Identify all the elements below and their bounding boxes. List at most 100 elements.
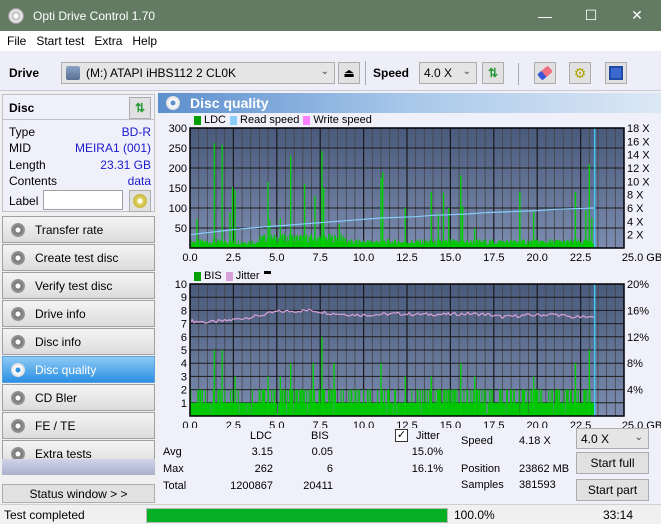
disc-icon <box>11 390 25 405</box>
nav-transfer-rate[interactable]: Transfer rate <box>2 216 155 243</box>
x-tick-label: 17.5 <box>483 252 504 264</box>
x-tick-label: 2.5 <box>226 420 241 428</box>
position-label: Position <box>461 463 501 475</box>
erase-button[interactable] <box>534 62 556 84</box>
nav-verify-test-disc[interactable]: Verify test disc <box>2 272 155 299</box>
y-tick-label: 100 <box>169 203 187 215</box>
save-button[interactable] <box>605 62 627 84</box>
y-tick-label: 4 <box>181 358 187 370</box>
x-tick-label: 10.0 <box>353 420 374 428</box>
stat-avg-label: Avg <box>163 446 182 458</box>
col-bis-header: BIS <box>311 430 329 442</box>
disc-icon <box>11 278 25 293</box>
nav-label: Drive info <box>35 306 86 321</box>
refresh-button[interactable]: ⇅ <box>482 62 504 84</box>
nav-disc-info[interactable]: Disc info <box>2 328 155 355</box>
x-tick-label: 0.0 <box>182 252 197 264</box>
stat-max-ldc: 262 <box>254 463 273 475</box>
y-tick-label: 8 <box>181 305 187 317</box>
y2-tick-label: 18 X <box>627 123 650 135</box>
label-input[interactable] <box>43 190 123 210</box>
progress-text: 100.0% <box>454 508 495 522</box>
progress-fill <box>147 509 447 522</box>
status-window-button[interactable]: Status window > > <box>2 484 155 503</box>
x-tick-label: 5.0 <box>269 420 284 428</box>
menu-start-test[interactable]: Start test <box>36 34 84 48</box>
stat-max-jitter: 16.1% <box>411 463 443 475</box>
x-tick-label: 20.0 <box>526 420 547 428</box>
nav-drive-info[interactable]: Drive info <box>2 300 155 327</box>
y2-tick-label: 12 X <box>627 163 650 175</box>
start-full-button[interactable]: Start full <box>576 452 649 474</box>
nav-cd-bler[interactable]: CD Bler <box>2 384 155 411</box>
x-tick-label: 15.0 <box>440 420 461 428</box>
disc-prop-length: Length 23.31 GB <box>9 158 151 172</box>
menu-help[interactable]: Help <box>132 34 157 48</box>
drive-value: (M:) ATAPI iHBS112 2 CL0K <box>86 66 237 80</box>
nav-label: Transfer rate <box>35 222 104 237</box>
x-tick-label: 25.0 GB <box>622 252 661 264</box>
disc-icon <box>133 194 147 208</box>
disc-quality-icon <box>166 96 180 110</box>
eject-button[interactable]: ⏏ <box>338 62 360 84</box>
drive-label: Drive <box>9 66 40 80</box>
y-tick-label: 200 <box>169 163 187 175</box>
nav-label: Create test disc <box>35 250 119 265</box>
test-speed-select[interactable]: 4.0 X ⌄ <box>576 428 649 449</box>
x-tick-label: 12.5 <box>396 420 417 428</box>
maximize-button[interactable]: ☐ <box>568 0 614 31</box>
y2-tick-label: 8 X <box>627 190 644 202</box>
stat-avg-jitter: 15.0% <box>411 446 443 458</box>
label-caption: Label <box>9 194 39 208</box>
menu-file[interactable]: File <box>7 34 26 48</box>
y2-tick-label: 8% <box>627 358 643 370</box>
menu-bar: File Start test Extra Help <box>0 31 661 51</box>
toolbar: Drive (M:) ATAPI iHBS112 2 CL0K ⌄ ⏏ Spee… <box>0 51 661 91</box>
close-button[interactable]: ✕ <box>614 0 660 31</box>
stat-max-label: Max <box>163 463 184 475</box>
speed-value: 4.0 X <box>424 66 453 80</box>
x-tick-label: 22.5 <box>570 252 591 264</box>
stat-total-bis: 20411 <box>303 480 333 492</box>
y-tick-label: 9 <box>181 292 187 304</box>
bis-chart: 1098 76543 21 20% 16% 12% 8% 4% 0.0 2.5 5.0 7.5 10.0… <box>175 279 661 428</box>
disc-refresh-button[interactable]: ⇅ <box>129 97 151 119</box>
y2-tick-label: 2 X <box>627 230 644 242</box>
stat-total-ldc: 1200867 <box>230 480 273 492</box>
refresh-icon: ⇅ <box>487 66 499 80</box>
nav-label: Disc info <box>35 334 82 349</box>
speed-select[interactable]: 4.0 X ⌄ <box>419 62 477 84</box>
settings-button[interactable]: ⚙ <box>569 62 591 84</box>
y2-tick-label: 4% <box>627 385 643 397</box>
jitter-checkbox[interactable]: ✓ <box>395 429 408 442</box>
start-part-button[interactable]: Start part <box>576 479 649 501</box>
chevron-down-icon: ⌄ <box>462 66 471 77</box>
save-icon <box>609 66 623 80</box>
disc-icon <box>11 362 25 377</box>
menu-extra[interactable]: Extra <box>94 34 122 48</box>
nav-create-test-disc[interactable]: Create test disc <box>2 244 155 271</box>
label-disc-button[interactable] <box>129 190 151 212</box>
chevron-down-icon: ⌄ <box>320 66 329 77</box>
x-tick-label: 25.0 GB <box>622 420 661 428</box>
speed-label: Speed <box>373 66 410 80</box>
refresh-icon: ⇅ <box>134 101 146 115</box>
legend-marker <box>263 270 271 274</box>
nav-fe-te[interactable]: FE / TE <box>2 412 155 439</box>
y-tick-label: 2 <box>181 385 187 397</box>
x-tick-label: 0.0 <box>182 420 197 428</box>
y2-tick-label: 20% <box>627 279 649 291</box>
disc-prop-mid: MID MEIRA1 (001) <box>9 141 151 155</box>
progress-bar <box>146 508 448 523</box>
nav-label: Disc quality <box>35 362 97 377</box>
stat-max-bis: 6 <box>326 463 333 475</box>
disc-icon <box>11 418 25 433</box>
minimize-button[interactable]: — <box>522 0 568 31</box>
panel-header: Disc quality <box>158 93 661 113</box>
nav-disc-quality[interactable]: Disc quality <box>2 356 155 383</box>
drive-select[interactable]: (M:) ATAPI iHBS112 2 CL0K ⌄ <box>61 62 335 84</box>
x-tick-label: 2.5 <box>226 252 241 264</box>
y2-tick-label: 16% <box>627 305 649 317</box>
samples-label: Samples <box>461 479 504 491</box>
window-title: Opti Drive Control 1.70 <box>33 8 156 23</box>
